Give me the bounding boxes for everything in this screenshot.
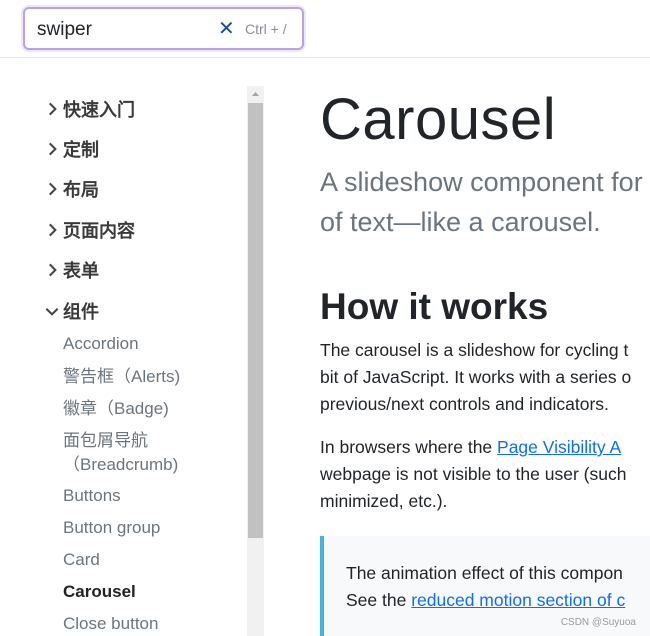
- sidebar-item-carousel[interactable]: Carousel: [63, 580, 136, 604]
- callout-text-prefix: See the: [346, 590, 412, 610]
- sidebar-item-label: 面包屑导航: [63, 431, 148, 450]
- chevron-right-icon: [43, 140, 61, 158]
- paragraph-text: In browsers where the: [320, 437, 498, 457]
- sidebar-item-card[interactable]: Card: [63, 548, 100, 572]
- chevron-right-icon: [43, 261, 61, 279]
- sidebar-group-components[interactable]: 组件: [43, 298, 99, 324]
- paragraph-line: bit of JavaScript. It works with a serie…: [320, 367, 632, 387]
- scroll-up-arrow-icon[interactable]: [247, 86, 264, 103]
- sidebar-group-label: 页面内容: [63, 221, 135, 241]
- search-box[interactable]: ✕ Ctrl + /: [23, 7, 304, 50]
- sidebar-group-label: 快速入门: [63, 100, 135, 120]
- scrollbar-thumb[interactable]: [248, 103, 263, 538]
- callout-text: The animation effect of this compon See …: [346, 560, 650, 614]
- callout-line: The animation effect of this compon: [346, 563, 623, 583]
- paragraph-line: In browsers where the Page Visibility A: [320, 434, 650, 461]
- close-icon[interactable]: ✕: [218, 19, 235, 39]
- search-input[interactable]: [37, 18, 207, 42]
- search-shortcut-hint: Ctrl + /: [245, 21, 287, 37]
- paragraph-line: minimized, etc.).: [320, 491, 448, 511]
- chevron-right-icon: [43, 180, 61, 198]
- sidebar-group-content[interactable]: 页面内容: [43, 217, 135, 243]
- sidebar-item-breadcrumb[interactable]: 面包屑导航 （Breadcrumb): [63, 429, 178, 477]
- paragraph-intro: The carousel is a slideshow for cycling …: [320, 337, 650, 418]
- sidebar-item-label-secondary: （Breadcrumb): [63, 455, 179, 474]
- sidebar-group-label: 表单: [63, 261, 99, 281]
- watermark: CSDN @Suyuoa: [560, 617, 636, 628]
- page-title: Carousel: [320, 87, 557, 152]
- sidebar-item-accordion[interactable]: Accordion: [63, 332, 139, 356]
- sidebar-scrollbar[interactable]: [247, 86, 264, 636]
- chevron-right-icon: [43, 100, 61, 118]
- sidebar-item-close-button[interactable]: Close button: [63, 612, 158, 636]
- sidebar-item-buttons[interactable]: Buttons: [63, 484, 121, 508]
- sidebar-group-label: 组件: [63, 302, 99, 322]
- callout-line: See the reduced motion section of c: [346, 587, 650, 614]
- paragraph-visibility: In browsers where the Page Visibility A …: [320, 434, 650, 515]
- sidebar-group-label: 定制: [63, 140, 99, 160]
- sidebar-item-badge[interactable]: 徽章（Badge): [63, 397, 169, 421]
- lead-line: of text—like a carousel.: [320, 207, 601, 237]
- paragraph-line: The carousel is a slideshow for cycling …: [320, 340, 629, 360]
- top-header: ✕ Ctrl + /: [0, 0, 650, 58]
- paragraph-line: previous/next controls and indicators.: [320, 394, 609, 414]
- main-content: Carousel A slideshow component for of te…: [320, 80, 650, 636]
- sidebar-group-label: 布局: [63, 180, 99, 200]
- lead-text: A slideshow component for of text—like a…: [320, 162, 650, 242]
- sidebar-nav: 快速入门 定制 布局 页面内容 表单 组件 Accordion 警告框（Aler…: [0, 86, 246, 636]
- reduced-motion-link[interactable]: reduced motion section of c: [411, 590, 625, 610]
- lead-line: A slideshow component for: [320, 167, 643, 197]
- sidebar-group-customize[interactable]: 定制: [43, 136, 99, 162]
- sidebar-group-getting-started[interactable]: 快速入门: [43, 96, 135, 122]
- sidebar-item-button-group[interactable]: Button group: [63, 516, 160, 540]
- chevron-right-icon: [43, 221, 61, 239]
- sidebar-item-alerts[interactable]: 警告框（Alerts): [63, 365, 180, 389]
- paragraph-line: webpage is not visible to the user (such: [320, 464, 627, 484]
- sidebar-group-forms[interactable]: 表单: [43, 257, 99, 283]
- chevron-down-icon: [43, 302, 61, 320]
- page-visibility-link[interactable]: Page Visibility A: [497, 437, 621, 457]
- sidebar-group-layout[interactable]: 布局: [43, 176, 99, 202]
- section-heading: How it works: [320, 286, 549, 327]
